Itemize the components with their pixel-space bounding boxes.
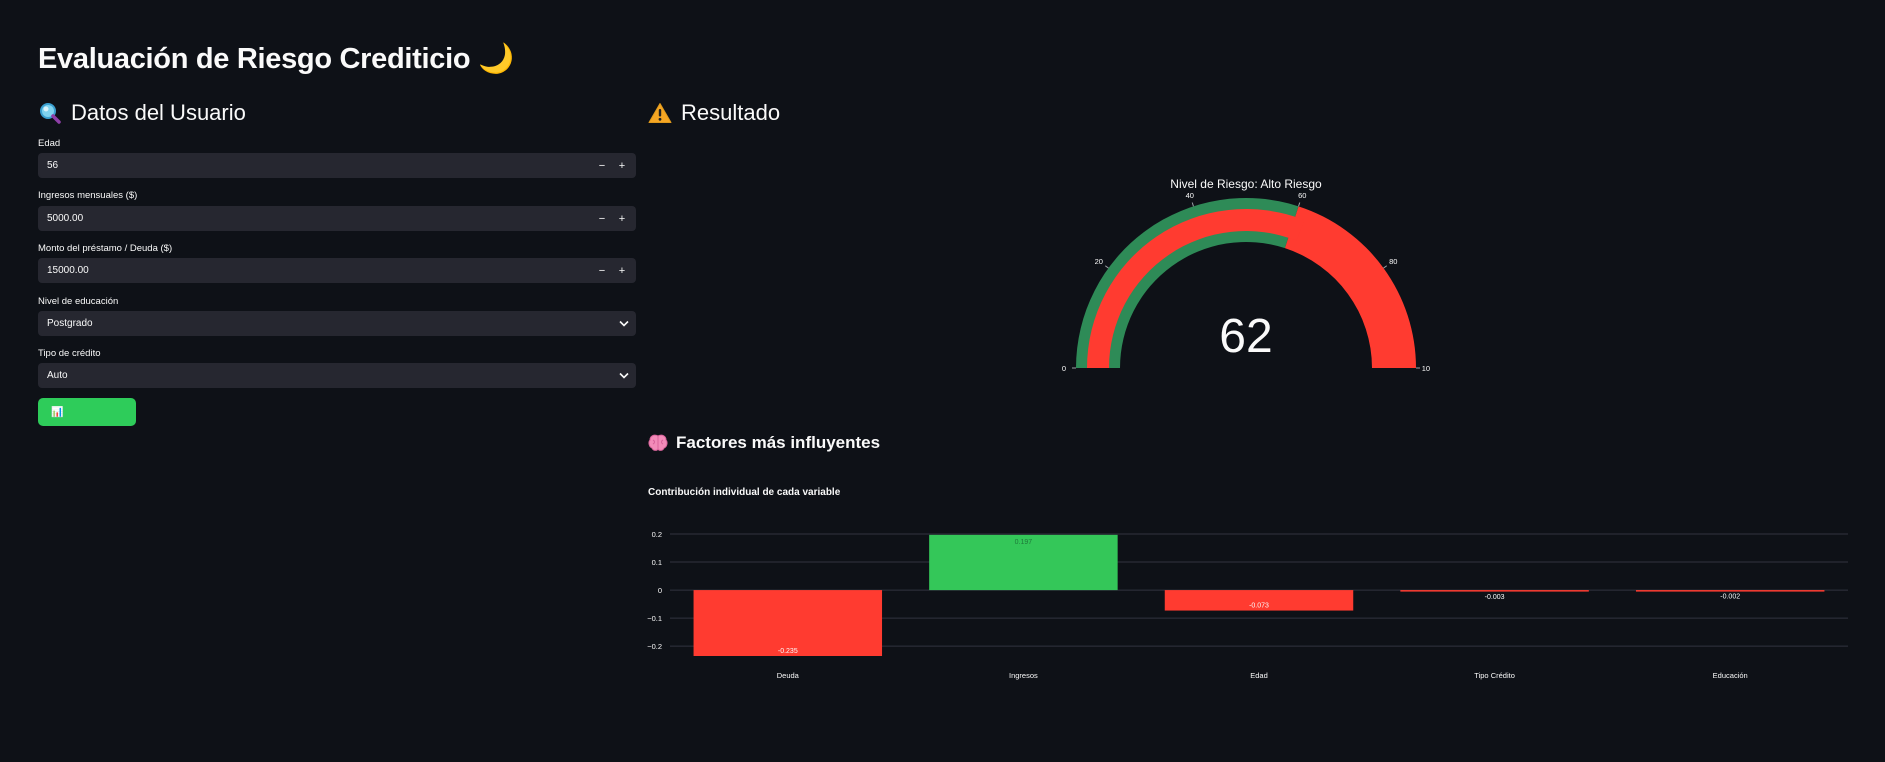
warning-icon	[648, 103, 672, 123]
x-tick-label: Tipo Crédito	[1474, 671, 1515, 680]
loan-label: Monto del préstamo / Deuda ($)	[38, 243, 173, 254]
bar-data-label: -0.003	[1485, 594, 1505, 601]
education-select[interactable]: Postgrado	[38, 311, 636, 336]
page-title: Evaluación de Riesgo Crediticio 🌙	[38, 42, 514, 76]
gauge-tick-label: 60	[1298, 191, 1306, 200]
user-data-heading: Datos del Usuario	[38, 100, 246, 126]
gauge-tick	[1191, 202, 1194, 207]
x-tick-label: Deuda	[777, 671, 800, 680]
risk-gauge: Nivel de Riesgo: Alto Riesgo 0 20 40 60 80 10…	[1062, 177, 1430, 373]
user-data-heading-text: Datos del Usuario	[71, 100, 246, 125]
factors-chart-title: Contribución individual de cada variable	[648, 487, 841, 498]
income-increment-button[interactable]: +	[612, 213, 632, 225]
evaluate-button[interactable]: 📊	[38, 398, 136, 426]
age-input[interactable]: 56 − +	[38, 153, 636, 178]
bar-data-label: -0.073	[1249, 603, 1269, 610]
credit-type-value[interactable]: Auto	[38, 370, 612, 381]
education-value[interactable]: Postgrado	[38, 318, 612, 329]
bar-data-label: -0.002	[1720, 594, 1740, 601]
income-decrement-button[interactable]: −	[592, 213, 612, 225]
loan-decrement-button[interactable]: −	[592, 265, 612, 277]
gauge-tick	[1383, 265, 1388, 269]
gauge-tick-label: 80	[1389, 257, 1397, 266]
factors-heading-text: Factores más influyentes	[676, 433, 881, 452]
loan-value[interactable]: 15000.00	[38, 265, 592, 276]
bar-chart-icon: 📊	[51, 406, 64, 418]
y-tick-label: −0.2	[647, 642, 662, 651]
magnifier-icon	[40, 103, 61, 124]
gauge-value: 62	[1219, 310, 1272, 363]
loan-input[interactable]: 15000.00 − +	[38, 258, 636, 283]
income-input[interactable]: 5000.00 − +	[38, 206, 636, 231]
y-tick-label: 0	[658, 586, 662, 595]
result-heading-text: Resultado	[681, 100, 781, 125]
credit-type-select[interactable]: Auto	[38, 363, 636, 388]
bar-deuda	[693, 590, 883, 656]
bar-data-label: 0.197	[1015, 539, 1033, 546]
gauge-tick	[1104, 265, 1109, 269]
x-tick-label: Edad	[1250, 671, 1268, 680]
age-label: Edad	[38, 138, 61, 149]
gauge-tick-label: 20	[1095, 257, 1103, 266]
age-decrement-button[interactable]: −	[592, 160, 612, 172]
education-label: Nivel de educación	[38, 296, 119, 307]
x-tick-label: Ingresos	[1009, 671, 1038, 680]
result-heading: Resultado	[648, 100, 780, 126]
y-tick-label: 0.1	[652, 558, 662, 567]
y-tick-label: 0.2	[652, 530, 662, 539]
factors-heading: Factores más influyentes	[648, 433, 880, 453]
credit-type-label: Tipo de crédito	[38, 348, 101, 359]
y-tick-label: −0.1	[647, 614, 662, 623]
x-tick-label: Educación	[1713, 671, 1748, 680]
income-value[interactable]: 5000.00	[38, 213, 592, 224]
gauge-title: Nivel de Riesgo: Alto Riesgo	[1170, 177, 1322, 191]
gauge-tick-label: 100	[1422, 364, 1430, 373]
brain-icon	[648, 434, 668, 451]
loan-increment-button[interactable]: +	[612, 265, 632, 277]
factors-bar-chart: 0.2 0.1 0 −0.1 −0.2 -0.235 Deuda 0.197 Ingresos -…	[647, 530, 1848, 680]
age-value[interactable]: 56	[38, 160, 592, 171]
chevron-down-icon[interactable]	[612, 372, 636, 379]
gauge-tick-label: 40	[1186, 191, 1194, 200]
crescent-moon-icon: 🌙	[478, 43, 514, 75]
gauge-tick-label: 0	[1062, 364, 1066, 373]
page-title-text: Evaluación de Riesgo Crediticio	[38, 43, 471, 75]
gauge-tick	[1298, 202, 1301, 207]
income-label: Ingresos mensuales ($)	[38, 190, 138, 201]
bar-data-label: -0.235	[778, 648, 798, 655]
chevron-down-icon[interactable]	[612, 320, 636, 327]
age-increment-button[interactable]: +	[612, 160, 632, 172]
gauge-step-high	[1284, 206, 1416, 368]
bar-tipo-crédito	[1400, 590, 1589, 592]
bar-educación	[1635, 590, 1825, 592]
